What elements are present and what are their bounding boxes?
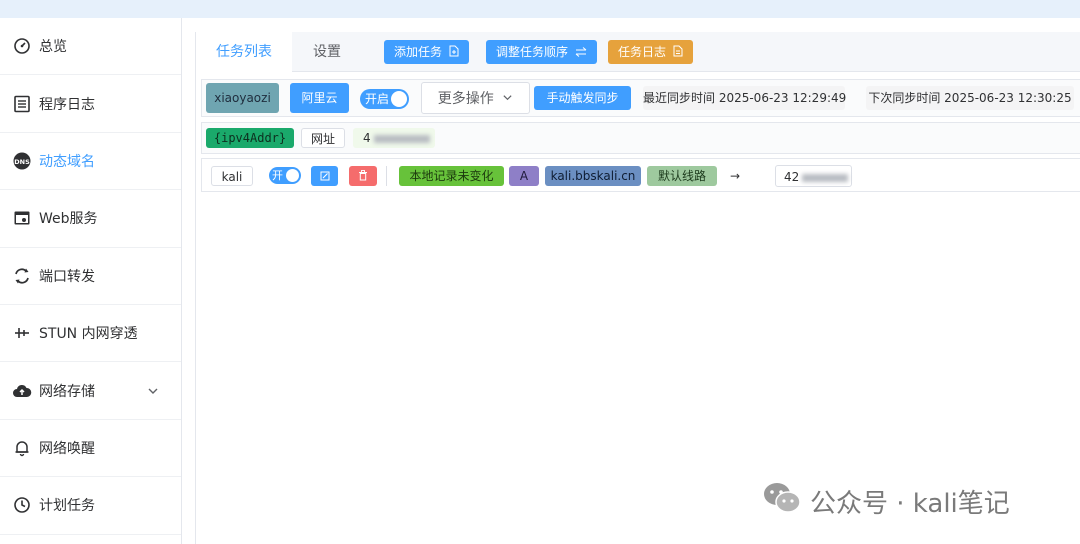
sidebar-item-label: 网络唤醒 (39, 440, 95, 457)
document-icon (673, 41, 683, 65)
record-type-tag: A (509, 166, 539, 186)
clock-icon (12, 495, 32, 515)
url-label: 网址 (301, 128, 345, 148)
task-address-row: {ipv4Addr} 网址 4 (201, 122, 1080, 154)
redacted-ip (802, 173, 849, 182)
record-host-label: kali (211, 166, 253, 186)
sidebar-item-label: Web服务 (39, 211, 98, 228)
switch-knob (391, 91, 407, 107)
sidebar-item-label: 计划任务 (39, 498, 95, 515)
chevron-down-icon (502, 83, 513, 115)
sidebar-item-ddns[interactable]: DNS 动态域名 (0, 133, 181, 191)
record-ip-value: 42 (775, 165, 852, 187)
document-add-icon (449, 41, 459, 65)
sidebar-item-label: 网络存储 (39, 383, 95, 400)
record-enable-switch[interactable]: 开 (269, 167, 301, 184)
sidebar-item-web[interactable]: Web服务 (0, 190, 181, 248)
record-line-tag: 默认线路 (647, 166, 717, 186)
wechat-icon (762, 481, 802, 522)
watermark: 公众号 · kali笔记 (762, 482, 1010, 520)
port-forward-icon (12, 266, 32, 286)
reorder-tasks-button[interactable]: 调整任务顺序 (486, 40, 597, 64)
sidebar-item-wol[interactable]: 网络唤醒 (0, 420, 181, 478)
web-icon (12, 208, 32, 228)
task-enable-switch[interactable]: 开启 (360, 89, 409, 109)
arrow-right-icon: → (722, 166, 748, 186)
cloud-icon (12, 381, 32, 401)
add-task-button[interactable]: 添加任务 (384, 40, 469, 64)
log-icon (12, 94, 32, 114)
stun-icon (12, 323, 32, 343)
task-name-badge: xiaoyaozi (206, 83, 279, 113)
sidebar-item-storage[interactable]: 网络存储 (0, 362, 181, 420)
sidebar-item-label: STUN 内网穿透 (39, 326, 138, 343)
top-bar (0, 0, 1080, 18)
trash-icon (358, 167, 368, 187)
tab-task-list[interactable]: 任务列表 (196, 32, 292, 72)
next-sync-time: 下次同步时间 2025-06-23 12:30:25 (866, 86, 1074, 110)
delete-record-button[interactable] (349, 166, 377, 186)
sidebar-item-label: 总览 (39, 39, 67, 56)
sidebar-item-port-forward[interactable]: 端口转发 (0, 248, 181, 305)
tab-bar: 任务列表 设置 添加任务 调整任务顺序 任务日志 (196, 32, 1080, 72)
edit-icon (320, 167, 330, 187)
manual-sync-button[interactable]: 手动触发同步 (534, 86, 631, 110)
provider-badge: 阿里云 (290, 83, 349, 113)
divider (386, 166, 387, 186)
dashboard-icon (12, 36, 32, 56)
bell-icon (12, 438, 32, 458)
ip-address-value: 4 (353, 128, 435, 148)
task-header-row: xiaoyaozi 阿里云 开启 更多操作 手动触发同步 最近同步时间 2025… (201, 79, 1080, 117)
svg-text:DNS: DNS (14, 158, 30, 166)
sidebar-item-overview[interactable]: 总览 (0, 18, 181, 76)
sidebar-item-label: 端口转发 (39, 268, 95, 285)
dns-icon: DNS (12, 151, 32, 171)
last-sync-time: 最近同步时间 2025-06-23 12:29:49 (643, 86, 846, 110)
redacted-ip (373, 134, 430, 143)
sidebar-item-label: 程序日志 (39, 96, 95, 113)
tab-settings[interactable]: 设置 (292, 32, 362, 72)
record-domain-tag: kali.bbskali.cn (545, 166, 641, 186)
sidebar-item-schedule[interactable]: 计划任务 (0, 477, 181, 535)
sidebar-item-logs[interactable]: 程序日志 (0, 75, 181, 133)
more-actions-dropdown[interactable]: 更多操作 (421, 82, 530, 114)
sidebar-item-stun[interactable]: STUN 内网穿透 (0, 305, 181, 363)
sidebar: 总览 程序日志 DNS 动态域名 Web服务 端口转发 STUN 内网穿透 网络… (0, 18, 182, 544)
edit-record-button[interactable] (311, 166, 338, 186)
dns-record-row: kali 开 本地记录未变化 A kali.bbskali.cn 默认线路 → … (201, 158, 1080, 192)
chevron-down-icon[interactable] (147, 385, 159, 397)
main-panel: 任务列表 设置 添加任务 调整任务顺序 任务日志 xiaoyaozi 阿里云 开… (195, 32, 1080, 544)
record-status-tag: 本地记录未变化 (399, 166, 504, 186)
task-log-button[interactable]: 任务日志 (608, 40, 693, 64)
swap-icon (575, 41, 587, 65)
ipv4-variable-tag: {ipv4Addr} (206, 128, 294, 148)
sidebar-item-label: 动态域名 (39, 153, 95, 170)
switch-knob (286, 169, 299, 182)
